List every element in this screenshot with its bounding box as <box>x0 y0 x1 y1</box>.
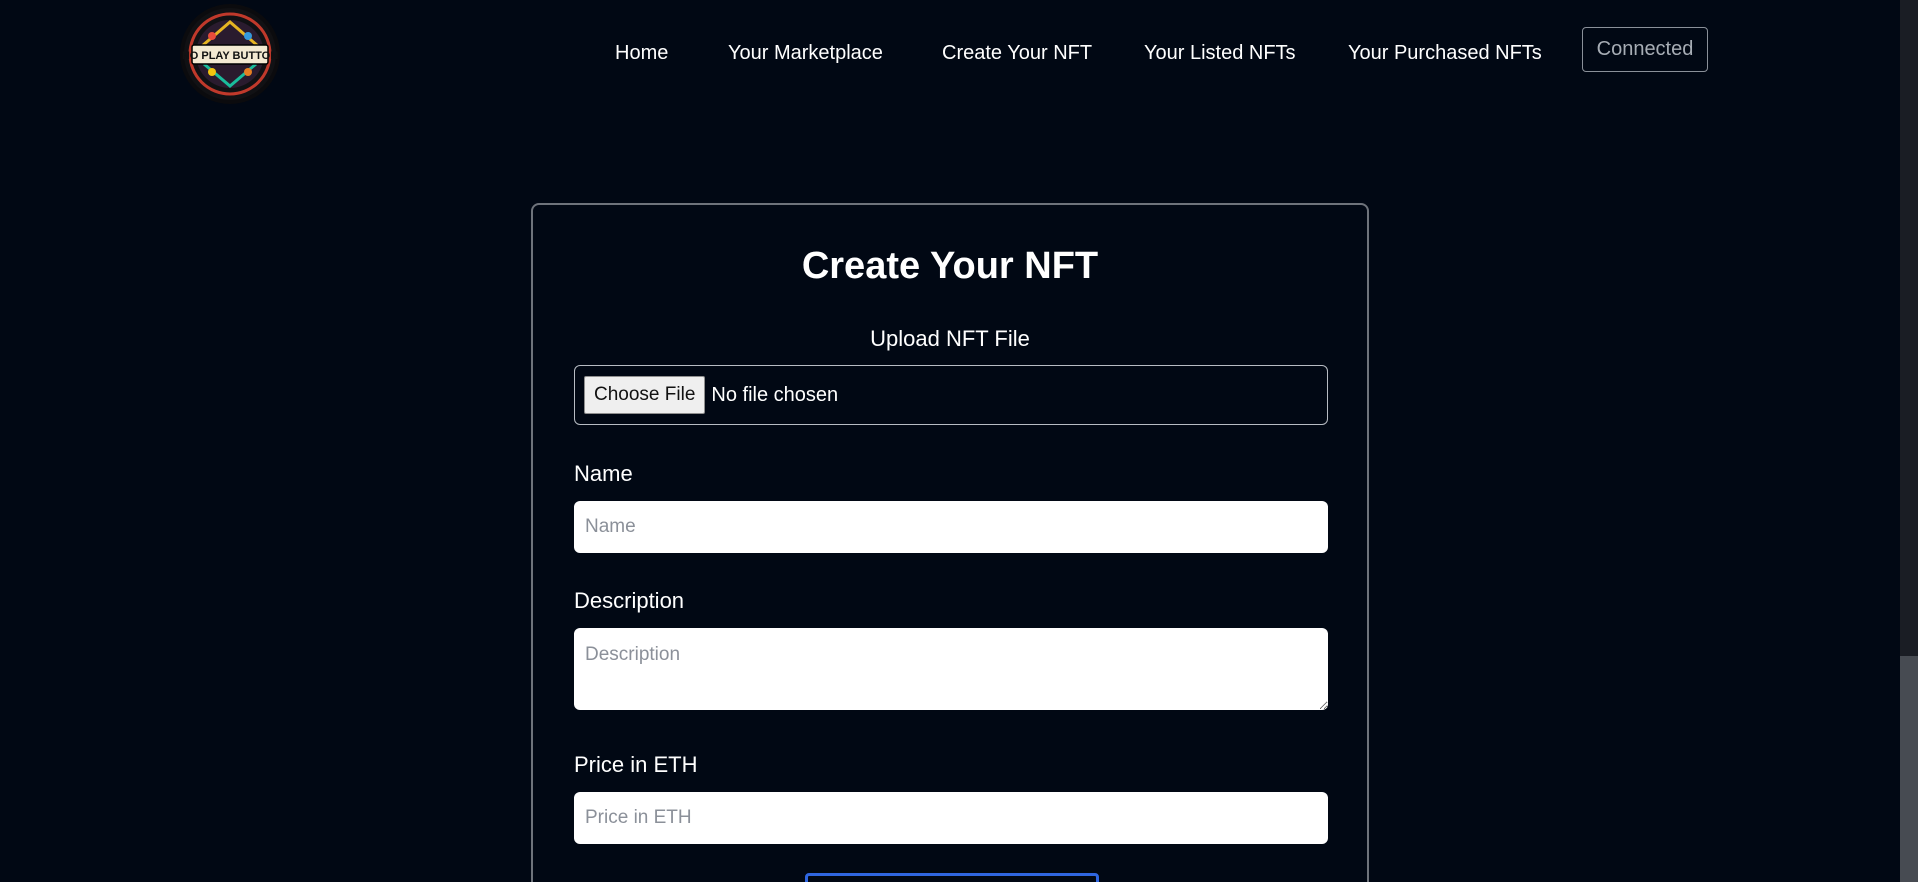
nav-your-listed-nfts[interactable]: Your Listed NFTs <box>1144 40 1296 66</box>
nav-your-marketplace[interactable]: Your Marketplace <box>728 40 883 66</box>
svg-text:NO PLAY BUTTON: NO PLAY BUTTON <box>182 50 278 62</box>
page: NO PLAY BUTTON Home Your Marketplace Cre… <box>0 0 1918 882</box>
upload-label: Upload NFT File <box>870 326 1030 351</box>
connected-button[interactable]: Connected <box>1582 27 1708 72</box>
nav-home[interactable]: Home <box>615 40 668 66</box>
logo-badge-icon: NO PLAY BUTTON <box>182 8 278 100</box>
price-label: Price in ETH <box>574 752 698 777</box>
site-logo[interactable]: NO PLAY BUTTON <box>180 4 280 104</box>
price-input[interactable] <box>574 792 1328 844</box>
description-input[interactable] <box>574 628 1328 710</box>
description-label: Description <box>574 588 685 613</box>
file-status: No file chosen <box>711 383 839 406</box>
name-label: Name <box>574 461 633 486</box>
create-nft-card: Create Your NFT Upload NFT File Choose F… <box>531 203 1369 882</box>
nav-create-your-nft[interactable]: Create Your NFT <box>942 40 1092 66</box>
page-title: Create Your NFT <box>801 245 1099 287</box>
choose-file-button[interactable]: Choose File <box>584 376 706 414</box>
file-upload-field[interactable]: Choose File No file chosen <box>574 365 1328 425</box>
create-nft-submit-button[interactable] <box>805 873 1099 882</box>
nav-your-purchased-nfts[interactable]: Your Purchased NFTs <box>1348 40 1542 66</box>
name-input[interactable] <box>574 501 1328 553</box>
scrollbar-thumb[interactable] <box>1900 656 1918 882</box>
